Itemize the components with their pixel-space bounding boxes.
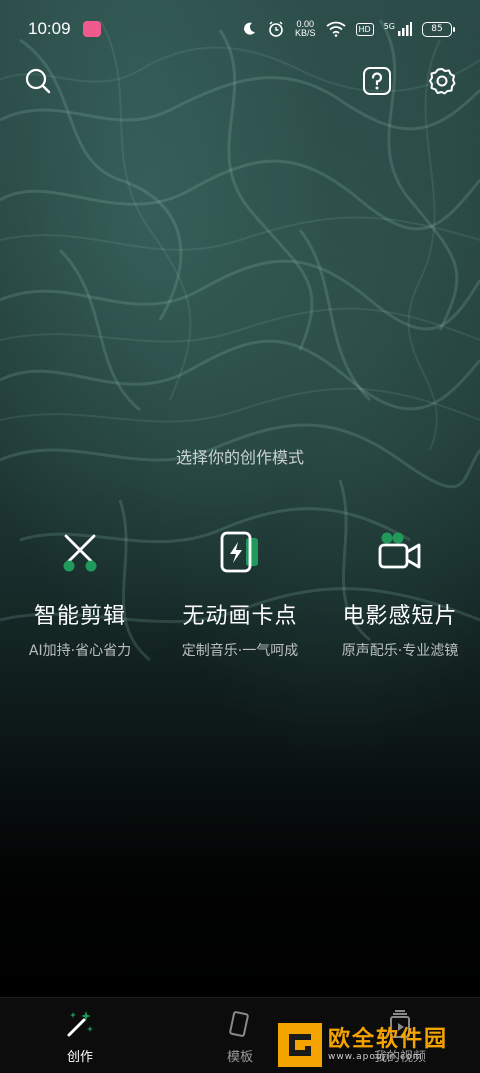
status-bar: 10:09 0.00 KB/S HD 5G 85: [0, 0, 480, 58]
mode-subtitle: 定制音乐·一气呵成: [181, 643, 299, 659]
network-type: 5G: [383, 22, 395, 31]
network-speed: 0.00 KB/S: [295, 20, 316, 38]
search-icon: [25, 68, 51, 94]
magic-wand-icon: [40, 1008, 120, 1040]
mode-subtitle: 原声配乐·专业滤镜: [341, 643, 459, 659]
watermark-url: www.apoujin.com: [328, 1052, 423, 1062]
gear-icon: [429, 68, 456, 95]
tab-create[interactable]: 创作: [40, 1008, 120, 1065]
mode-smart-edit[interactable]: 智能剪辑 AI加持·省心省力: [0, 528, 160, 660]
tab-label: 模板: [226, 1050, 253, 1065]
mode-cinematic[interactable]: 电影感短片 原声配乐·专业滤镜: [320, 528, 480, 660]
search-button[interactable]: [21, 64, 55, 98]
help-button[interactable]: [360, 64, 394, 98]
status-time: 10:09: [28, 19, 71, 38]
help-icon: [363, 67, 391, 95]
mode-prompt: 选择你的创作模式: [175, 448, 304, 467]
app-notification-badge: [82, 21, 101, 37]
watermark-text: 欧全软件园 www.apoujin.com: [328, 1027, 449, 1063]
network-speed-unit: KB/S: [295, 28, 316, 38]
hd-voice-badge: HD: [355, 22, 374, 36]
site-watermark: 欧全软件园 www.apoujin.com: [278, 1020, 478, 1070]
status-icons: 0.00 KB/S HD 5G 85: [241, 20, 455, 38]
signal-bars-icon: [398, 22, 412, 36]
water-caustics-pattern: [0, 19, 480, 662]
tab-templates[interactable]: 模板: [200, 1008, 280, 1065]
video-camera-icon: [376, 528, 424, 576]
template-icon: [200, 1008, 280, 1040]
signal-indicator: 5G: [384, 22, 412, 36]
mode-subtitle: AI加持·省心省力: [28, 643, 132, 659]
scissors-icon: [56, 528, 104, 576]
mode-beat-sync[interactable]: 无动画卡点 定制音乐·一气呵成: [160, 528, 320, 660]
battery-indicator: 85: [422, 21, 455, 37]
alarm-icon: [269, 21, 283, 37]
flash-card-icon: [216, 528, 264, 576]
water-background: [0, 0, 480, 1000]
mode-title: 智能剪辑: [33, 604, 126, 629]
mode-title: 无动画卡点: [182, 604, 298, 629]
watermark-logo: [278, 1023, 322, 1067]
tab-label: 创作: [66, 1050, 93, 1065]
top-toolbar: [0, 62, 480, 102]
mode-title: 电影感短片: [342, 604, 458, 629]
moon-icon: [244, 22, 255, 35]
settings-button[interactable]: [425, 64, 459, 98]
watermark-title: 欧全软件园: [328, 1027, 449, 1052]
wifi-icon: [325, 21, 346, 37]
